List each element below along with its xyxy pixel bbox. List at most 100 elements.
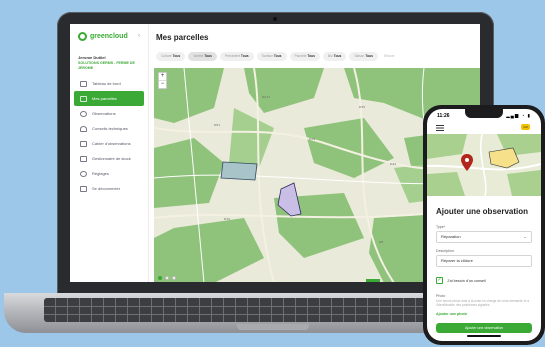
advice-checkbox-row[interactable]: ✓ J'ai besoin d'un conseil [436,277,532,284]
filter-name: Bio [327,54,333,58]
form-title: Ajouter une observation [436,207,529,216]
road-label: D70 [224,217,230,221]
filter-name: Variété [193,54,204,58]
sidebar-item-label: Gestionnaire de stock [92,156,131,161]
page-title: Mes parcelles [156,33,209,42]
filter-value: Tous [307,54,315,58]
lightbulb-icon [80,125,87,132]
filter-value: Tous [172,54,181,58]
filter-name: Culture [161,54,172,58]
sidebar-item-parcels[interactable]: Mes parcelles [74,91,144,106]
status-time: 11:26 [437,113,450,119]
sidebar-item-settings[interactable]: Réglages [74,166,144,181]
stock-icon [80,155,87,162]
sidebar-item-label: Tableau de bord [92,81,121,86]
eye-icon [80,110,87,117]
zoom-out-button[interactable]: − [159,80,166,88]
phone-device: 11:26 ▂▄▆ ◔ ▮ GR Ajouter une observation [423,105,545,345]
brand-name: greencloud [90,33,128,40]
sidebar-item-label: Cahier d'observations [92,141,131,146]
parcel-blue[interactable] [220,161,258,181]
sidebar-item-label: Conseils techniques [92,126,128,131]
phone-map[interactable] [427,134,541,196]
filter-name: Saison [354,54,365,58]
sidebar-item-dashboard[interactable]: Tableau de bord [74,76,144,91]
phone-screen: 11:26 ▂▄▆ ◔ ▮ GR Ajouter une observation [427,109,541,341]
zoom-control: + − [158,72,167,89]
phone-parcel[interactable] [488,147,520,169]
road-label: D117 [262,95,270,99]
filter-value: Tous [365,54,373,58]
pager-dot[interactable] [158,276,162,280]
filter-culture[interactable]: Culture Tous [156,52,186,61]
filter-bar: Culture Tous Variété Tous Précédent Tous… [156,52,395,61]
photo-help-text: Une bonne photo aide à la prise en charg… [436,299,530,308]
sidebar-item-logout[interactable]: Se déconnecter [74,181,144,196]
sidebar-item-stock[interactable]: Gestionnaire de stock [74,151,144,166]
filter-season[interactable]: Saison Tous [349,52,378,61]
sidebar-menu: Tableau de bord Mes parcelles Observatio… [74,76,144,196]
sidebar: greencloud ‹ Jerome Dutilel SOLUTIONS GE… [70,24,149,282]
dashboard-icon [80,80,87,87]
user-name: Jerome Dutilel [78,55,106,60]
sidebar-item-label: Observations [92,111,116,116]
sidebar-item-notebook[interactable]: Cahier d'observations [74,136,144,151]
type-label: Type* [436,225,446,229]
filter-value: Tous [273,54,282,58]
nav-badge[interactable]: GR [521,124,530,130]
filter-parcel[interactable]: Parcelle Tous [289,52,320,61]
submit-observation-button[interactable]: Ajouter une observation [436,323,532,333]
filter-name: Précédent [224,54,240,58]
camera [273,17,277,21]
filter-name: Surface [261,54,273,58]
chevron-left-icon[interactable]: ‹ [138,33,140,39]
map-pager [158,276,176,280]
observation-form: Ajouter une observation Type* Réparation… [436,207,532,316]
zoom-in-button[interactable]: + [159,73,166,80]
map-scale [366,279,380,282]
gear-icon [80,170,87,177]
filter-name: Parcelle [294,54,307,58]
photo-label: Photo [436,294,446,298]
trackpad [237,324,309,330]
road-label: D44 [390,162,396,166]
home-indicator [467,335,501,337]
add-photo-link[interactable]: Ajouter une photo [436,312,532,316]
chevron-down-icon: ⌄ [523,234,527,239]
advice-checkbox[interactable]: ✓ [436,277,443,284]
notebook-icon [80,140,87,147]
pager-dot[interactable] [165,276,169,280]
logout-icon [80,185,87,192]
sidebar-item-label: Se déconnecter [92,186,121,191]
description-value: Réparer la clôture [441,258,473,263]
filter-variety[interactable]: Variété Tous [188,52,217,61]
filter-value: Tous [333,54,342,58]
map-icon [80,95,87,102]
road-label: D8 [379,240,383,244]
phone-notch [465,109,503,118]
sidebar-item-advice[interactable]: Conseils techniques [74,121,144,136]
filter-previous[interactable]: Précédent Tous [219,52,254,61]
phone-nav-bar: GR [427,122,541,134]
sidebar-item-label: Réglages [92,171,109,176]
filter-value: Tous [204,54,212,58]
road-label: D51 [214,123,220,127]
filter-surface[interactable]: Surface Tous [256,52,287,61]
phone-map-canvas [427,134,541,196]
logo[interactable]: greencloud [78,32,128,41]
hamburger-menu-icon[interactable] [436,125,444,131]
filter-value: Tous [240,54,249,58]
sidebar-item-label: Mes parcelles [92,96,117,101]
advice-checkbox-label: J'ai besoin d'un conseil [447,278,486,283]
type-select[interactable]: Réparation ⌄ [436,231,532,243]
description-input[interactable]: Réparer la clôture [436,255,532,267]
pager-dot[interactable] [172,276,176,280]
sidebar-item-observations[interactable]: Observations [74,106,144,121]
road-label: D35 [359,105,365,109]
road-label: D29 [309,137,315,141]
signal-wifi-battery-icon: ▂▄▆ ◔ ▮ [506,113,531,118]
laptop-screen: greencloud ‹ Jerome Dutilel SOLUTIONS GE… [70,24,480,282]
filter-bio[interactable]: Bio Tous [322,52,347,61]
type-value: Réparation [441,234,461,239]
clear-filters-link[interactable]: Effacer [384,52,395,61]
